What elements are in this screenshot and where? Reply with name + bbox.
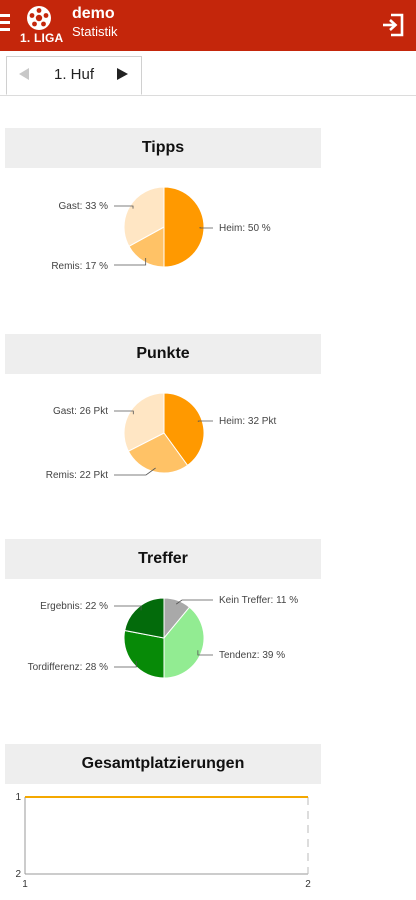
gesamtplatzierungen-header: Gesamtplatzierungen — [5, 744, 321, 784]
page-subtitle: Statistik — [72, 24, 118, 39]
slice-label: Heim: 50 % — [219, 223, 271, 234]
app-title: demo — [72, 5, 115, 22]
previous-arrow-icon[interactable] — [19, 68, 29, 80]
treffer-header: Treffer — [5, 539, 321, 579]
gesamtplatzierungen-line-chart: 121 2 — [15, 792, 311, 890]
league-label: 1. LIGA — [20, 31, 64, 45]
punkte-pie-chart: Heim: 32 Pkt Remis: 22 Pkt Gast: 26 Pkt — [46, 392, 276, 481]
league-logo-icon — [27, 6, 51, 30]
slice-label: Gast: 26 Pkt — [53, 406, 108, 417]
slice-label: Tendenz: 39 % — [219, 650, 285, 661]
app-header: 1. LIGA demo Statistik — [0, 0, 416, 51]
next-arrow-icon[interactable] — [117, 68, 128, 80]
slice-label: Tordifferenz: 28 % — [28, 662, 109, 673]
y-tick-label: 1 — [15, 792, 21, 803]
pie-slice — [123, 629, 165, 679]
x-tick-label: 1 — [22, 879, 28, 890]
tab-matchday[interactable]: 1. Huf — [6, 56, 142, 95]
slice-label: Kein Treffer: 11 % — [219, 595, 298, 606]
x-tick-label: 2 — [305, 879, 311, 890]
slice-label: Heim: 32 Pkt — [219, 416, 276, 427]
logout-icon[interactable] — [380, 12, 406, 38]
pie-slice — [163, 186, 205, 268]
menu-icon[interactable] — [0, 14, 10, 34]
y-tick-label: 2 — [15, 869, 21, 880]
slice-label: Ergebnis: 22 % — [40, 601, 108, 612]
slice-label: Remis: 22 Pkt — [46, 470, 108, 481]
tab-bar: 1. Huf — [0, 51, 416, 96]
pie-slice — [124, 597, 165, 639]
tipps-pie-chart: Heim: 50 % Remis: 17 % Gast: 33 % — [51, 186, 271, 272]
tab-label: 1. Huf — [54, 66, 95, 83]
treffer-pie-chart: Kein Treffer: 11 % Tendenz: 39 % Tordiffer… — [28, 595, 298, 679]
punkte-header: Punkte — [5, 334, 321, 374]
slice-label: Gast: 33 % — [59, 201, 109, 212]
slice-label: Remis: 17 % — [51, 261, 108, 272]
tipps-header: Tipps — [5, 128, 321, 168]
